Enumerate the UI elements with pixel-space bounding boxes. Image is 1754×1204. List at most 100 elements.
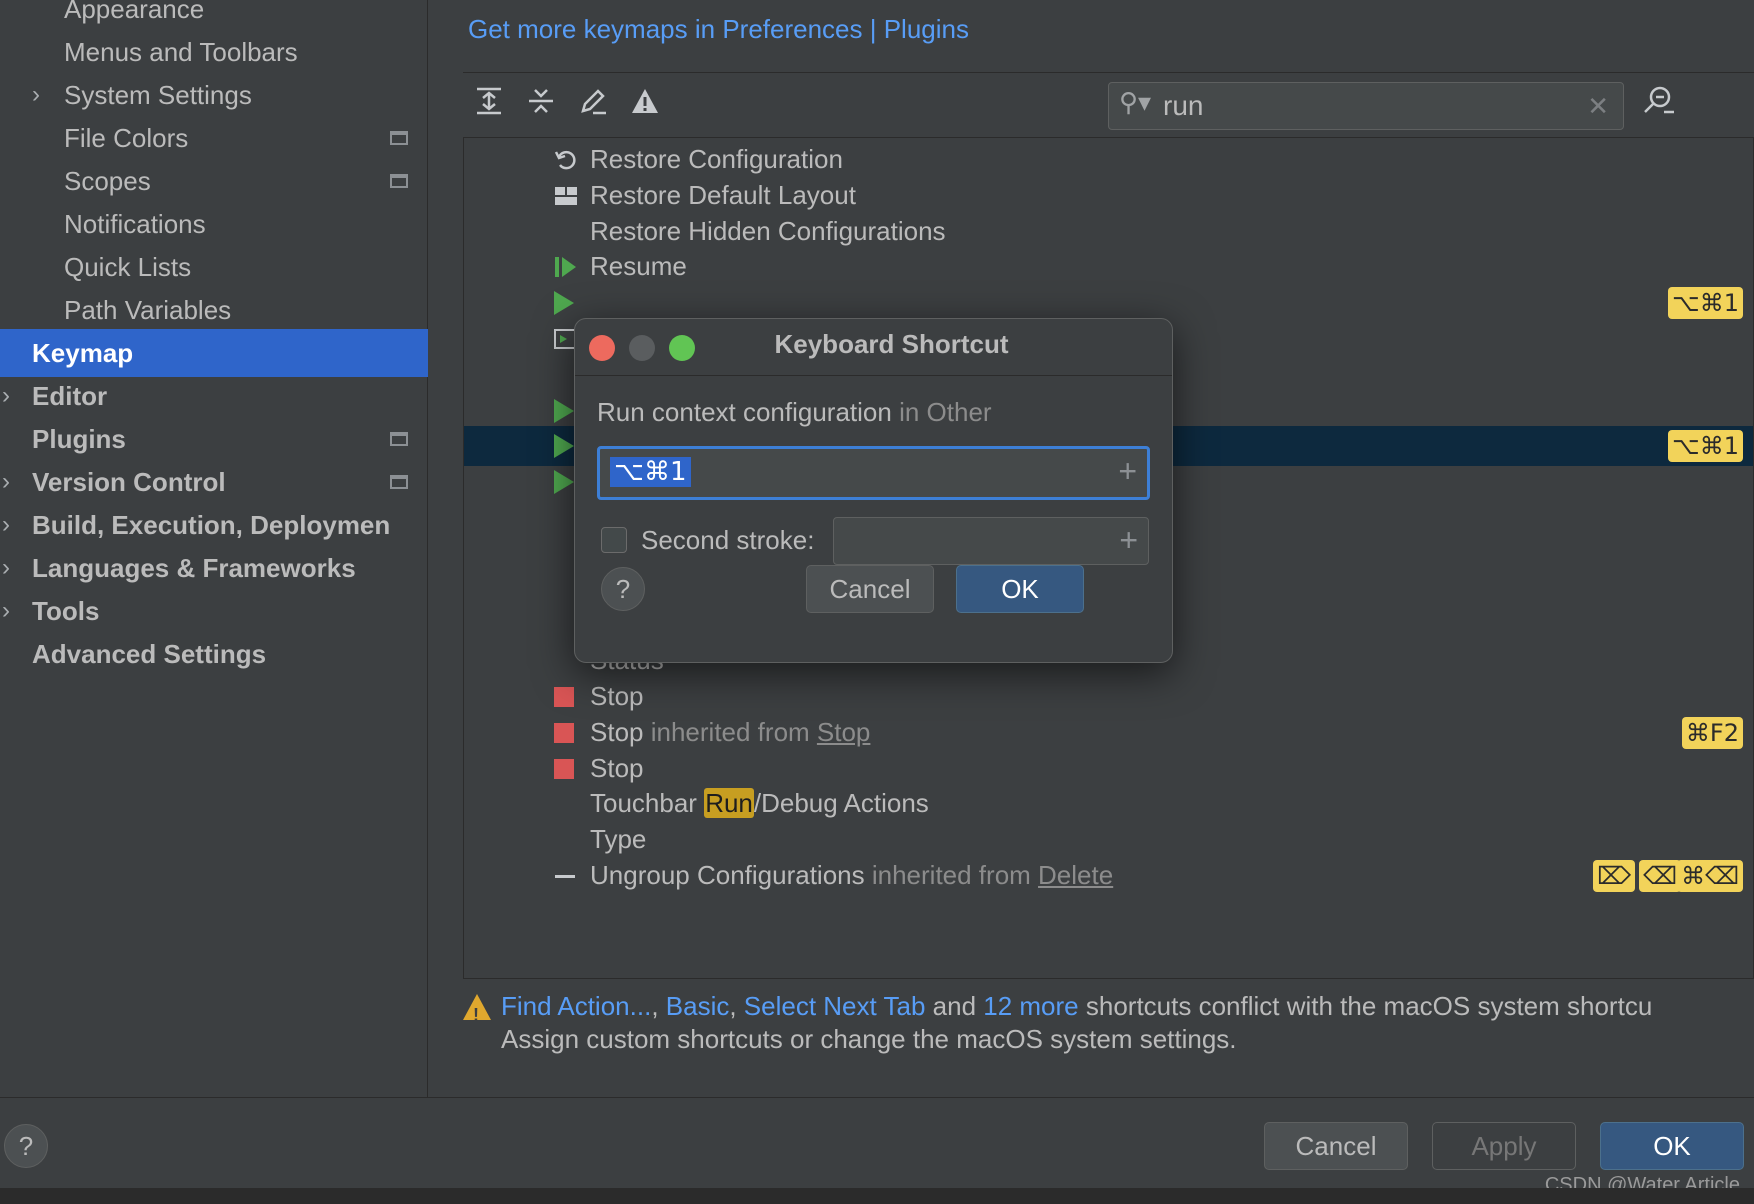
keymap-action-row[interactable]: Resume (464, 247, 1753, 287)
dialog-divider (575, 375, 1172, 376)
find-by-shortcut-icon[interactable] (1642, 84, 1676, 126)
inherited-action-link[interactable]: Delete (1038, 860, 1113, 890)
sidebar-item[interactable]: › Build, Execution, Deploymen (0, 501, 428, 549)
resume-icon (554, 255, 578, 279)
action-label: Restore Default Layout (590, 180, 856, 210)
restore-icon (554, 148, 578, 172)
keyboard-shortcut-dialog: Keyboard Shortcut Run context configurat… (574, 318, 1173, 663)
sidebar-item[interactable]: File Colors (0, 114, 428, 162)
sidebar-item[interactable]: Notifications (0, 200, 428, 248)
keymap-action-row[interactable]: Type (464, 820, 1753, 860)
project-scope-icon (390, 475, 408, 489)
chevron-right-icon[interactable]: › (32, 81, 40, 109)
plugins-link[interactable]: Get more keymaps in Preferences | Plugin… (468, 14, 969, 45)
sidebar-item[interactable]: › Tools (0, 587, 428, 635)
dialog-ok-button[interactable]: OK (956, 565, 1084, 613)
run-icon (554, 291, 578, 315)
action-label: Type (590, 824, 647, 854)
chevron-right-icon[interactable]: › (2, 597, 10, 625)
keymap-action-row[interactable]: Restore Configuration (464, 140, 1753, 180)
sidebar-item[interactable]: › Version Control (0, 458, 428, 506)
project-scope-icon (390, 174, 408, 188)
ok-button[interactable]: OK (1600, 1122, 1744, 1170)
basic-link[interactable]: Basic (666, 991, 730, 1021)
sidebar-item[interactable]: › Editor (0, 372, 428, 420)
apply-button[interactable]: Apply (1432, 1122, 1576, 1170)
chevron-right-icon[interactable]: › (2, 554, 10, 582)
add-second-stroke-icon[interactable]: + (1119, 522, 1138, 559)
cancel-button[interactable]: Cancel (1264, 1122, 1408, 1170)
first-stroke-value[interactable]: ⌥⌘1 (610, 457, 691, 487)
stop-icon (554, 723, 574, 743)
layout-icon (554, 184, 578, 208)
search-input[interactable] (1163, 89, 1563, 123)
expand-all-icon[interactable] (469, 86, 509, 126)
sidebar-item[interactable]: Path Variables (0, 286, 428, 334)
find-action-link[interactable]: Find Action... (501, 991, 651, 1021)
edit-icon[interactable] (573, 86, 613, 126)
sidebar-item[interactable]: › Languages & Frameworks (0, 544, 428, 592)
search-icon[interactable]: ⚲▾ (1119, 87, 1151, 118)
warning-icon[interactable] (625, 86, 665, 126)
dialog-cancel-button[interactable]: Cancel (806, 565, 934, 613)
keymap-action-row[interactable]: Restore Hidden Configurations (464, 212, 1753, 252)
keymap-action-row[interactable]: Restore Default Layout (464, 176, 1753, 216)
chevron-right-icon[interactable]: › (2, 511, 10, 539)
clear-icon[interactable]: ✕ (1587, 91, 1609, 122)
sidebar-item-label: System Settings (64, 79, 252, 110)
second-stroke-label: Second stroke: (641, 525, 815, 555)
sidebar-item-label: Keymap (32, 337, 134, 368)
sidebar-item[interactable]: Plugins (0, 415, 428, 463)
keymap-action-row[interactable]: ⌥⌘1 (464, 283, 1753, 323)
sidebar-item[interactable]: Keymap (0, 329, 428, 377)
sidebar-item[interactable]: Advanced Settings (0, 630, 428, 678)
action-label: Touchbar Run/Debug Actions (590, 788, 929, 818)
search-highlight: Run (704, 788, 754, 818)
add-stroke-icon[interactable]: + (1118, 453, 1137, 490)
action-label: Restore Hidden Configurations (590, 216, 946, 246)
sidebar-item-label: Notifications (64, 208, 206, 239)
project-scope-icon (390, 432, 408, 446)
second-stroke-checkbox[interactable] (601, 527, 627, 553)
action-label: Ungroup Configurations inherited from De… (590, 860, 1114, 890)
chevron-right-icon[interactable]: › (2, 382, 10, 410)
sidebar-item-label: Languages & Frameworks (32, 552, 356, 583)
inherited-action-link[interactable]: Stop (817, 717, 871, 747)
keymap-action-row[interactable]: Stop inherited from Stop ⌘F2 (464, 713, 1753, 753)
sidebar-item[interactable]: Quick Lists (0, 243, 428, 291)
project-scope-icon (390, 131, 408, 145)
sidebar-item-label: Quick Lists (64, 251, 192, 282)
help-button[interactable]: ? (4, 1124, 48, 1168)
shortcut-badge: ⌥⌘1 (1668, 287, 1743, 319)
sidebar-item-label: Advanced Settings (32, 638, 267, 669)
sidebar-item-label: File Colors (64, 122, 189, 153)
dialog-title: Keyboard Shortcut (774, 329, 1009, 359)
more-conflicts-link[interactable]: 12 more (983, 991, 1078, 1021)
sidebar-item[interactable]: Menus and Toolbars (0, 28, 428, 76)
dialog-help-button[interactable]: ? (601, 567, 645, 611)
chevron-right-icon[interactable]: › (2, 468, 10, 496)
settings-sidebar: Appearance Menus and Toolbars › System Sett… (0, 0, 428, 1097)
action-label: Restore Configuration (590, 144, 843, 174)
sidebar-item-label: Tools (32, 595, 100, 626)
first-stroke-field[interactable]: ⌥⌘1 + (597, 446, 1150, 500)
action-label: Stop (590, 753, 644, 783)
sidebar-item-label: Build, Execution, Deploymen (32, 509, 391, 540)
sidebar-item[interactable]: Scopes (0, 157, 428, 205)
window-bottom-strip (0, 1188, 1754, 1204)
select-next-tab-link[interactable]: Select Next Tab (744, 991, 926, 1021)
keymap-action-row[interactable]: Stop (464, 677, 1753, 717)
minus-icon (554, 864, 578, 888)
keymap-action-row[interactable]: Ungroup Configurations inherited from De… (464, 856, 1753, 896)
search-field[interactable]: ⚲▾ ✕ (1108, 82, 1624, 130)
second-stroke-field[interactable]: + (833, 517, 1149, 565)
action-label: Stop (590, 681, 644, 711)
action-label: Resume (590, 251, 687, 281)
sidebar-item[interactable]: › System Settings (0, 71, 428, 119)
warning-icon: ! (463, 994, 491, 1025)
keymap-action-row[interactable]: Touchbar Run/Debug Actions (464, 784, 1753, 824)
keymap-action-row[interactable]: Stop (464, 749, 1753, 789)
warning-line-2: Assign custom shortcuts or change the ma… (501, 1024, 1237, 1054)
header-divider (463, 72, 1754, 73)
collapse-all-icon[interactable] (521, 86, 561, 126)
